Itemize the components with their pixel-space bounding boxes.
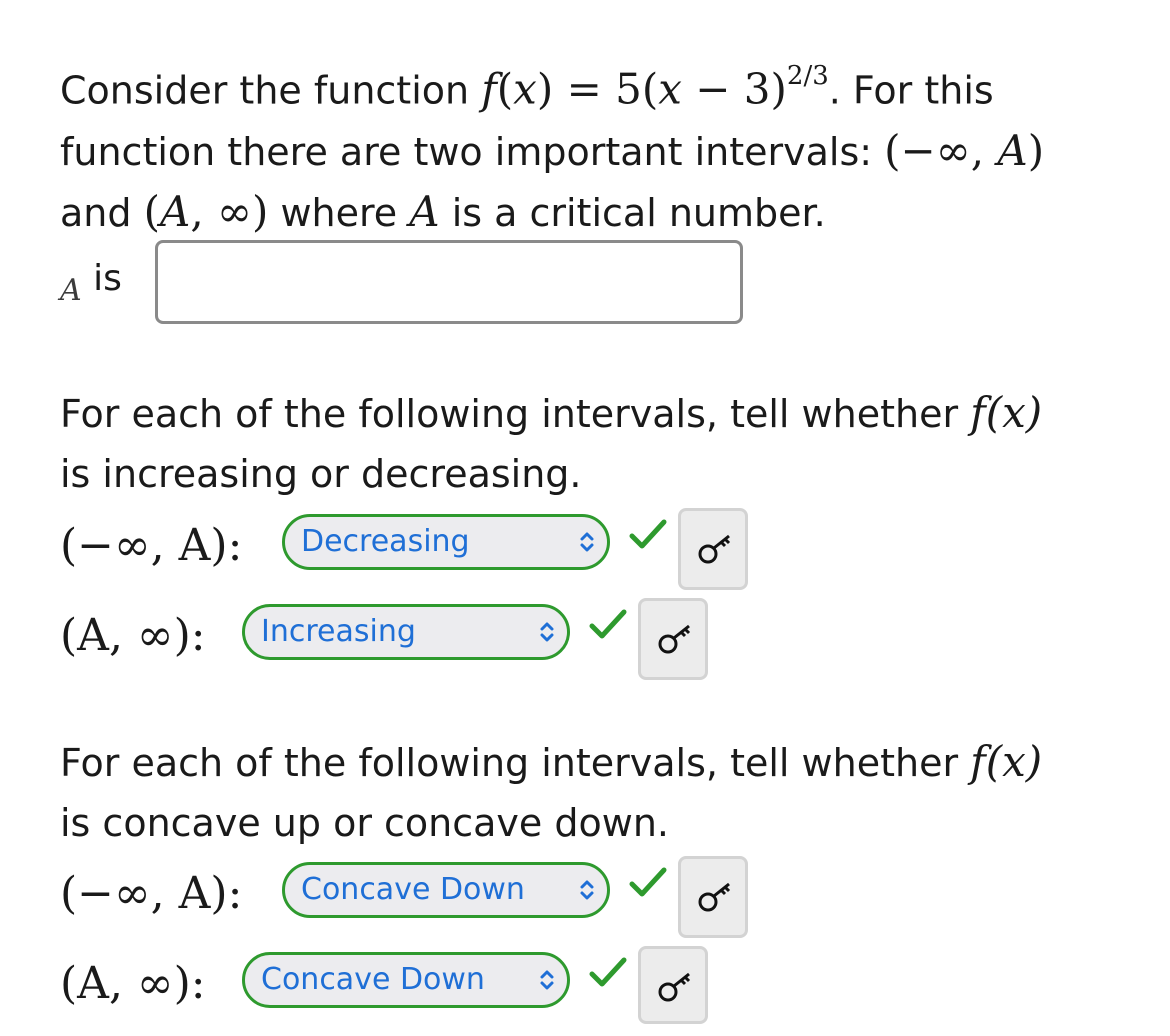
exponent: 2/3 xyxy=(786,61,829,91)
answer-key-button[interactable] xyxy=(638,946,708,1024)
increasing-question: For each of the following intervals, tel… xyxy=(60,388,1043,496)
critical-number-label: A is xyxy=(60,258,122,308)
checkmark-icon xyxy=(589,609,627,639)
checkmark-icon xyxy=(629,519,667,549)
answer-key-button[interactable] xyxy=(678,508,748,590)
chevron-updown-icon xyxy=(580,880,594,900)
problem-statement: Consider the function f(x) = 5(x − 3)2/3… xyxy=(60,52,1130,243)
interval-label: (A, ∞): xyxy=(60,958,206,1009)
interval-label: (−∞, A): xyxy=(60,520,243,571)
intro-line-3: and (A, ∞) where A is a critical number. xyxy=(60,186,826,236)
concavity-row-2: (A, ∞): Concave Down xyxy=(60,946,760,1036)
increasing-select-1[interactable]: Decreasing xyxy=(282,514,610,570)
increasing-row-1: (−∞, A): Decreasing xyxy=(60,508,760,598)
key-icon xyxy=(658,624,691,654)
answer-key-button[interactable] xyxy=(638,598,708,680)
concavity-question: For each of the following intervals, tel… xyxy=(60,737,1043,845)
intro-line-2: function there are two important interva… xyxy=(60,125,1045,175)
increasing-select-2[interactable]: Increasing xyxy=(242,604,570,660)
chevron-updown-icon xyxy=(580,532,594,552)
critical-number-row: A is xyxy=(60,240,760,328)
answer-key-button[interactable] xyxy=(678,856,748,938)
concavity-select-2[interactable]: Concave Down xyxy=(242,952,570,1008)
interval-label: (−∞, A): xyxy=(60,868,243,919)
checkmark-icon xyxy=(629,867,667,897)
interval-label: (A, ∞): xyxy=(60,610,206,661)
critical-number-input[interactable] xyxy=(155,240,743,324)
checkmark-icon xyxy=(589,957,627,987)
key-icon xyxy=(698,882,731,912)
intro-line-1: Consider the function f(x) = 5(x − 3)2/3… xyxy=(60,61,994,114)
concavity-select-1[interactable]: Concave Down xyxy=(282,862,610,918)
increasing-row-2: (A, ∞): Increasing xyxy=(60,598,760,688)
key-icon xyxy=(698,534,731,564)
concavity-row-1: (−∞, A): Concave Down xyxy=(60,856,760,946)
key-icon xyxy=(658,972,691,1002)
chevron-updown-icon xyxy=(540,622,554,642)
chevron-updown-icon xyxy=(540,970,554,990)
